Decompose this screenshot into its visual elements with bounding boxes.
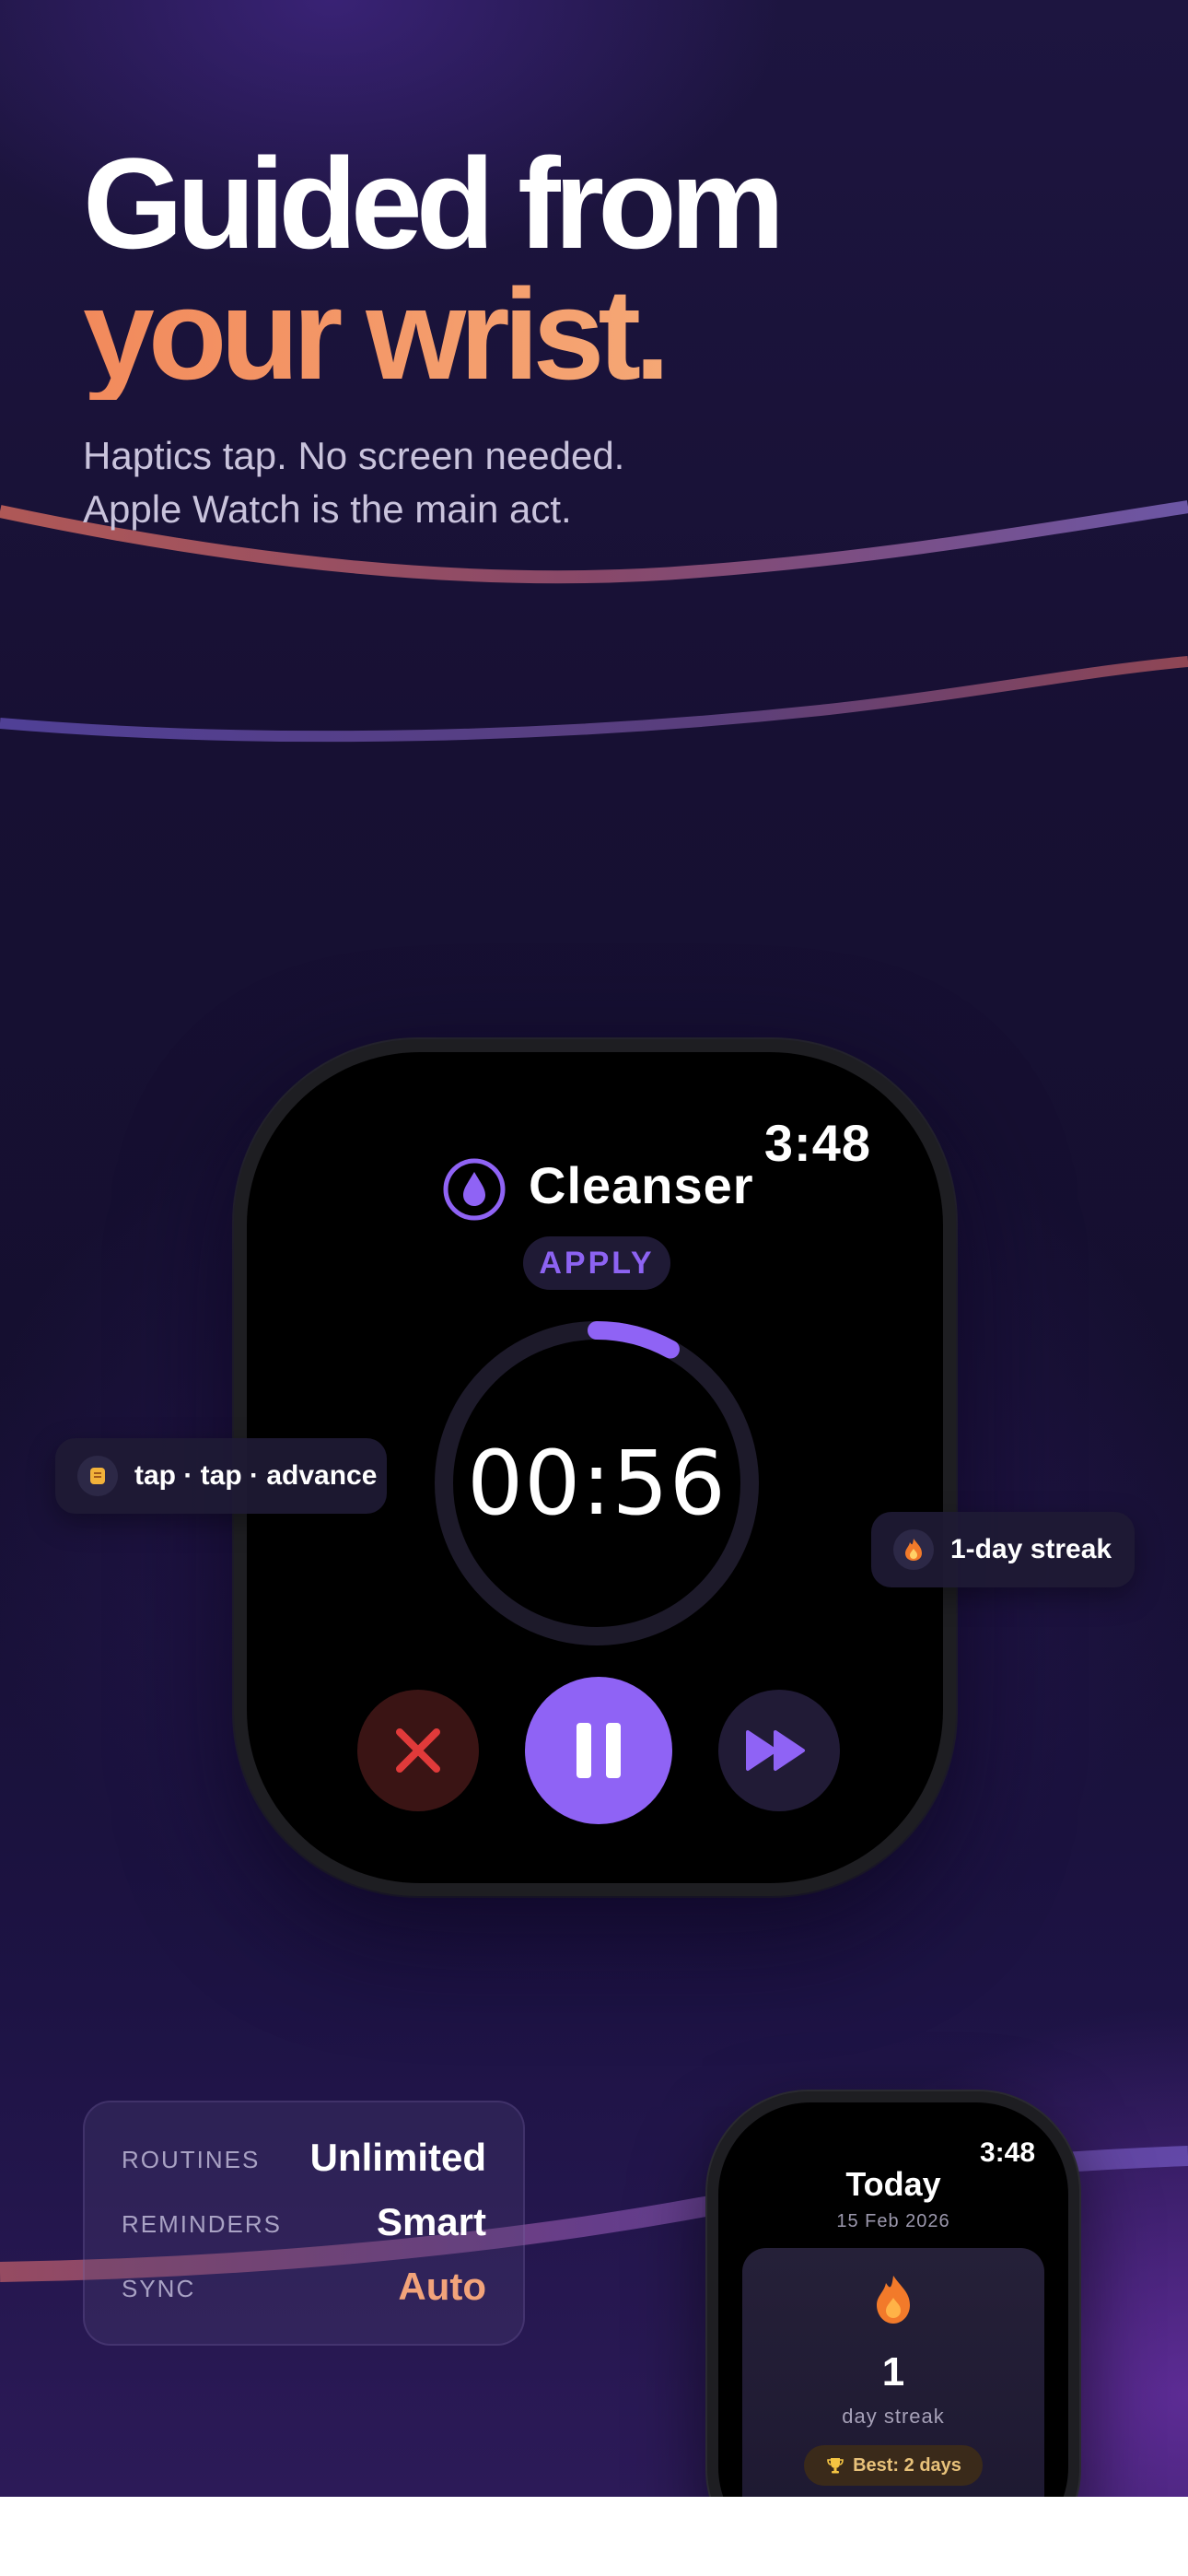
today-date: 15 Feb 2026 bbox=[836, 2211, 950, 2231]
haptic-icon bbox=[77, 1456, 118, 1496]
feature-label: SYNC bbox=[122, 2275, 196, 2302]
trophy-icon bbox=[827, 2458, 844, 2474]
plan-features-card: ROUTINES Unlimited REMINDERS Smart SYNC … bbox=[83, 2101, 525, 2346]
subtitle-line-1: Haptics tap. No screen needed. bbox=[83, 434, 625, 477]
subtitle: Haptics tap. No screen needed. Apple Wat… bbox=[83, 429, 912, 536]
feature-value: Unlimited bbox=[309, 2136, 486, 2179]
today-title: Today bbox=[845, 2165, 941, 2203]
subtitle-line-2: Apple Watch is the main act. bbox=[83, 487, 572, 531]
fast-forward-icon bbox=[746, 1730, 805, 1771]
flame-icon bbox=[893, 1529, 934, 1570]
haptics-chip-label: tap · tap · advance bbox=[134, 1460, 378, 1491]
watch-secondary: 3:48 Today 15 Feb 2026 1 day streak Best… bbox=[707, 2091, 1079, 2497]
feature-label: ROUTINES bbox=[122, 2146, 261, 2173]
streak-card[interactable]: 1 day streak Best: 2 days bbox=[742, 2248, 1044, 2497]
feature-row: SYNC Auto bbox=[122, 2257, 486, 2313]
feature-row: REMINDERS Smart bbox=[122, 2193, 486, 2248]
watch-time: 3:48 bbox=[763, 1114, 871, 1172]
app-showcase: Guided from your wrist. Haptics tap. No … bbox=[0, 0, 1188, 2497]
pause-icon bbox=[577, 1723, 621, 1778]
droplet-icon bbox=[443, 1158, 506, 1221]
headline-line-2: your wrist. bbox=[83, 269, 778, 400]
streak-unit: day streak bbox=[842, 2405, 945, 2428]
phase-badge: APPLY bbox=[523, 1236, 670, 1290]
watch-secondary-screen: 3:48 Today 15 Feb 2026 1 day streak Best… bbox=[718, 2102, 1068, 2497]
countdown-timer: 00:56 bbox=[467, 1432, 727, 1535]
streak-chip-label: 1-day streak bbox=[950, 1534, 1112, 1564]
feature-value: Auto bbox=[398, 2265, 486, 2308]
streak-count: 1 bbox=[881, 2349, 905, 2395]
best-streak-badge: Best: 2 days bbox=[804, 2445, 983, 2486]
pause-button[interactable] bbox=[525, 1677, 672, 1824]
step-title: Cleanser bbox=[529, 1156, 754, 1214]
feature-value: Smart bbox=[376, 2200, 486, 2243]
watch-time: 3:48 bbox=[979, 2137, 1035, 2168]
best-streak-label: Best: 2 days bbox=[853, 2454, 961, 2476]
headline: Guided from your wrist. bbox=[83, 131, 785, 400]
haptics-chip: tap · tap · advance bbox=[55, 1438, 387, 1514]
streak-chip: 1-day streak bbox=[871, 1512, 1135, 1587]
headline-line-1: Guided from bbox=[83, 131, 785, 275]
feature-row: ROUTINES Unlimited bbox=[122, 2128, 486, 2184]
flame-icon bbox=[877, 2276, 910, 2324]
skip-button[interactable] bbox=[718, 1690, 840, 1811]
close-icon bbox=[396, 1728, 440, 1773]
feature-label: REMINDERS bbox=[122, 2210, 283, 2238]
cancel-button[interactable] bbox=[357, 1690, 479, 1811]
